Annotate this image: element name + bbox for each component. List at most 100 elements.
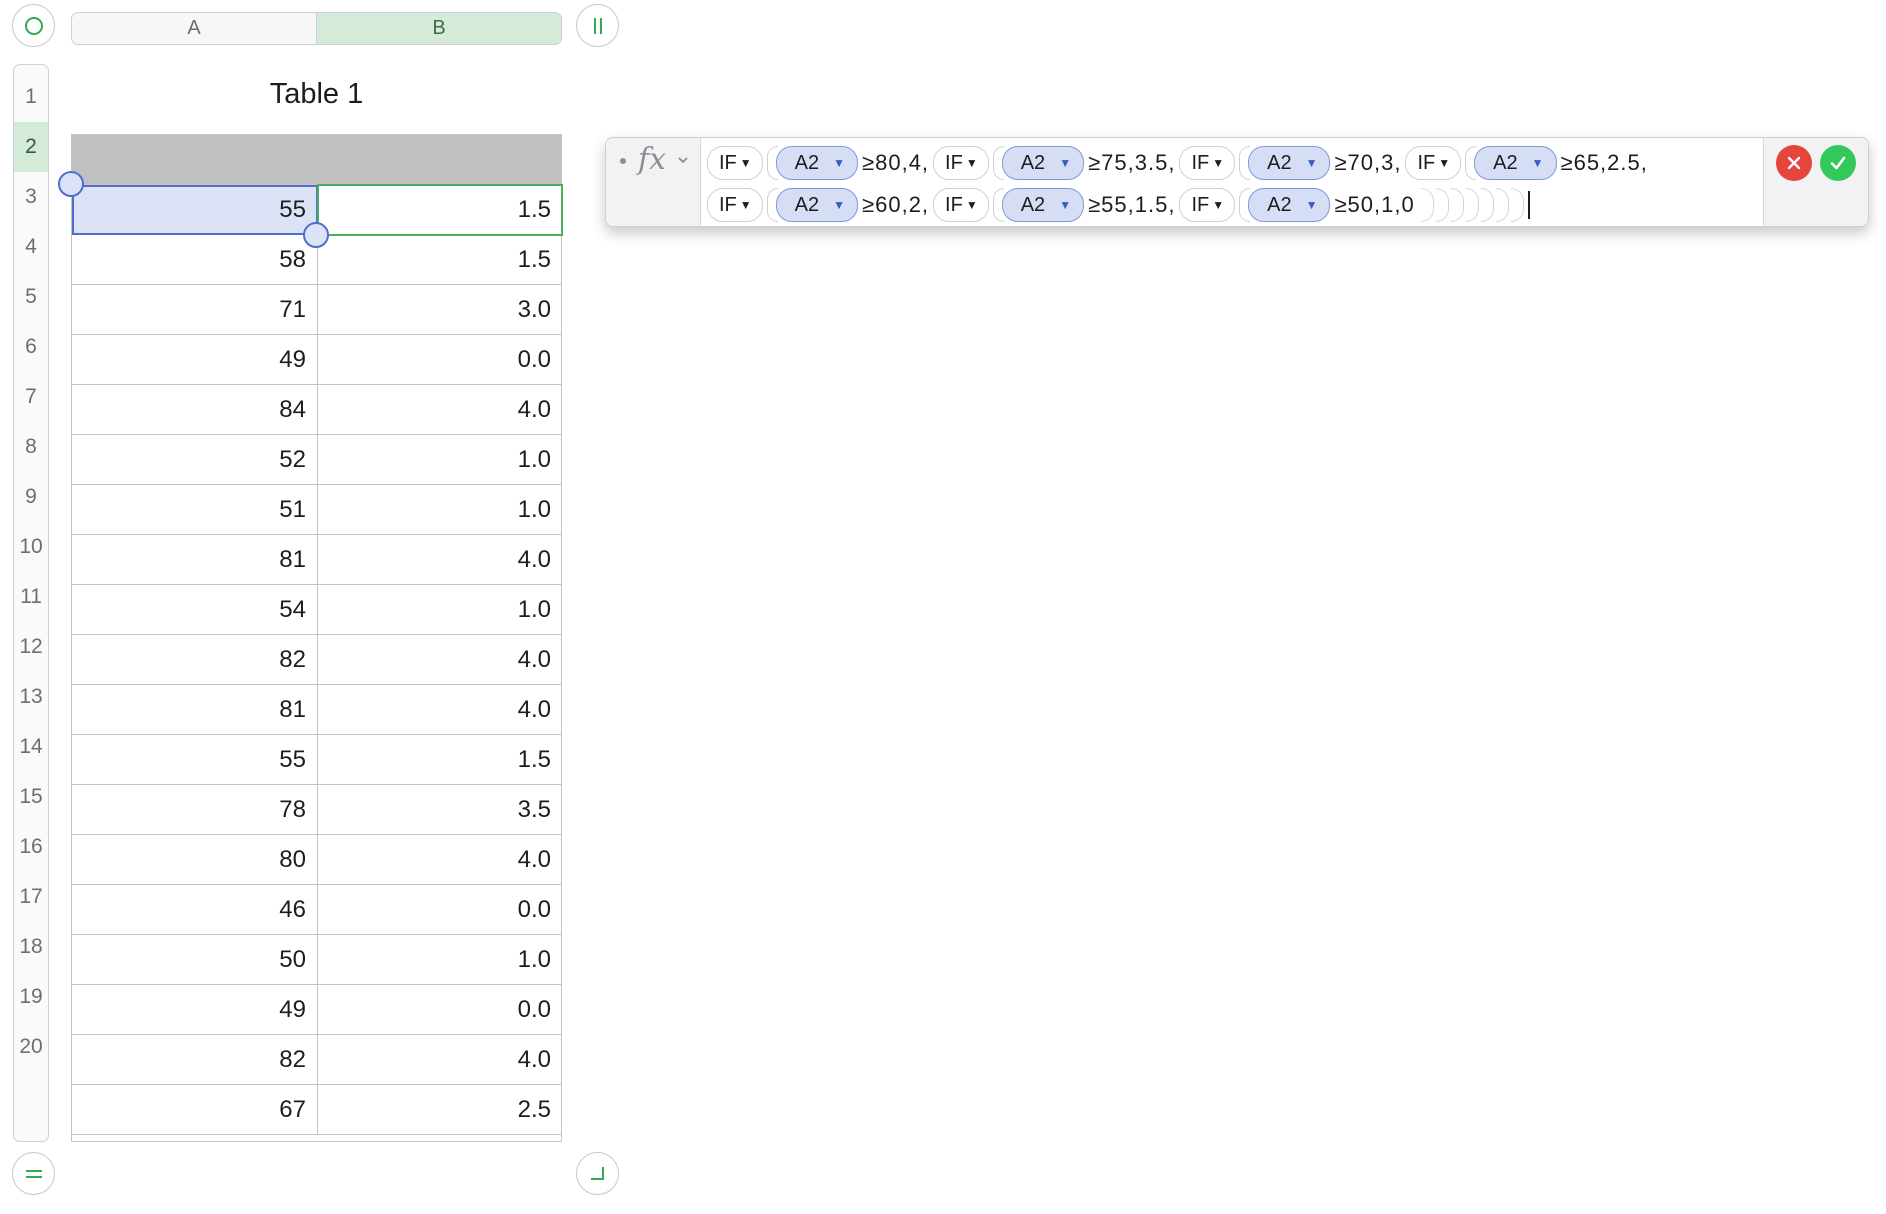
row-number[interactable]: 12: [14, 622, 48, 672]
reference-token[interactable]: A2 ▼: [1001, 146, 1085, 180]
cell-a[interactable]: 54: [72, 585, 318, 635]
cell-a[interactable]: 80: [72, 835, 318, 885]
row-number[interactable]: 4: [14, 222, 48, 272]
cell-a[interactable]: 52: [72, 435, 318, 485]
formula-menu[interactable]: fx: [606, 138, 701, 226]
accept-formula-button[interactable]: [1820, 145, 1856, 181]
function-token[interactable]: IF ▼: [1179, 188, 1236, 222]
function-token[interactable]: IF ▼: [1179, 146, 1236, 180]
row-number[interactable]: 10: [14, 522, 48, 572]
row-number[interactable]: 17: [14, 872, 48, 922]
dropdown-arrow-icon[interactable]: ▼: [1438, 156, 1450, 170]
cell-a[interactable]: 67: [72, 1085, 318, 1135]
cell-b[interactable]: 1.5: [317, 184, 563, 236]
cell-b[interactable]: 4.0: [318, 535, 562, 585]
reference-token[interactable]: A2 ▼: [1248, 146, 1331, 180]
cell-a[interactable]: 51: [72, 485, 318, 535]
cell-b[interactable]: 1.0: [318, 435, 562, 485]
function-token[interactable]: IF ▼: [933, 188, 989, 222]
cell-a[interactable]: 81: [72, 685, 318, 735]
cell-a[interactable]: 49: [72, 335, 318, 385]
dropdown-arrow-icon[interactable]: ▼: [1306, 198, 1318, 212]
row-number[interactable]: 3: [14, 172, 48, 222]
cell-b[interactable]: 2.5: [318, 1085, 562, 1135]
function-token[interactable]: IF ▼: [1405, 146, 1462, 180]
column-header-b[interactable]: B: [317, 13, 561, 44]
cell-b[interactable]: 1.5: [318, 235, 562, 285]
cell-a[interactable]: 71: [72, 285, 318, 335]
row-number[interactable]: 14: [14, 722, 48, 772]
dropdown-arrow-icon[interactable]: ▼: [833, 198, 845, 212]
dropdown-arrow-icon[interactable]: ▼: [966, 198, 978, 212]
row-number[interactable]: 20: [14, 1022, 48, 1072]
row-number[interactable]: 5: [14, 272, 48, 322]
row-number[interactable]: 1: [14, 72, 48, 122]
cell-a[interactable]: 58: [72, 235, 318, 285]
cell-a[interactable]: 50: [72, 935, 318, 985]
cell-b[interactable]: 1.5: [318, 735, 562, 785]
selection-handle-bottom-right[interactable]: [303, 222, 329, 248]
row-number[interactable]: 13: [14, 672, 48, 722]
dropdown-arrow-icon[interactable]: ▼: [966, 156, 978, 170]
resize-table-handle[interactable]: [576, 1152, 619, 1195]
dropdown-arrow-icon[interactable]: ▼: [740, 156, 752, 170]
cancel-formula-button[interactable]: [1776, 145, 1812, 181]
cell-b[interactable]: 4.0: [318, 835, 562, 885]
cell-b[interactable]: 4.0: [318, 1035, 562, 1085]
selection-handle-top-left[interactable]: [58, 171, 84, 197]
cell-b[interactable]: 0.0: [318, 335, 562, 385]
cell-a[interactable]: 46: [72, 885, 318, 935]
cell-b[interactable]: 3.0: [318, 285, 562, 335]
cell-b[interactable]: 4.0: [318, 385, 562, 435]
row-number[interactable]: 8: [14, 422, 48, 472]
column-header-a[interactable]: A: [72, 13, 317, 44]
cell-b[interactable]: 3.5: [318, 785, 562, 835]
formula-editor[interactable]: fx IF ▼ A2 ▼ ≥80,4, IF ▼ A2 ▼ ≥75,3.5, IF ▼ A2 ▼ ≥70,3…: [605, 137, 1869, 227]
header-cell-b1[interactable]: [318, 135, 562, 185]
cell-b[interactable]: 0.0: [318, 985, 562, 1035]
function-token[interactable]: IF ▼: [707, 188, 763, 222]
cell-b[interactable]: 4.0: [318, 635, 562, 685]
cell-b[interactable]: 1.0: [318, 935, 562, 985]
cell-a[interactable]: 55: [72, 185, 318, 235]
cell-a[interactable]: 49: [72, 985, 318, 1035]
reference-token[interactable]: A2 ▼: [1474, 146, 1557, 180]
cell-a[interactable]: 82: [72, 635, 318, 685]
dropdown-arrow-icon[interactable]: ▼: [833, 156, 845, 170]
row-number[interactable]: 15: [14, 772, 48, 822]
cell-b[interactable]: 4.0: [318, 685, 562, 735]
cell-b[interactable]: 1.0: [318, 485, 562, 535]
dropdown-arrow-icon[interactable]: ▼: [1212, 156, 1224, 170]
row-number[interactable]: 6: [14, 322, 48, 372]
add-column-handle[interactable]: [576, 4, 619, 47]
row-number[interactable]: 11: [14, 572, 48, 622]
row-number[interactable]: 9: [14, 472, 48, 522]
dropdown-arrow-icon[interactable]: ▼: [1059, 198, 1071, 212]
dropdown-arrow-icon[interactable]: ▼: [1306, 156, 1318, 170]
row-number[interactable]: 2: [14, 122, 48, 172]
dropdown-arrow-icon[interactable]: ▼: [740, 198, 752, 212]
cell-a[interactable]: 78: [72, 785, 318, 835]
row-number[interactable]: 16: [14, 822, 48, 872]
cell-b[interactable]: 0.0: [318, 885, 562, 935]
formula-line-2[interactable]: IF ▼ A2 ▼ ≥60,2, IF ▼ A2 ▼ ≥55,1.5, IF ▼ A2 ▼ ≥50,1,0: [707, 187, 1530, 223]
add-row-handle[interactable]: [12, 1152, 55, 1195]
dropdown-arrow-icon[interactable]: ▼: [1212, 198, 1224, 212]
row-number[interactable]: 7: [14, 372, 48, 422]
formula-line-1[interactable]: IF ▼ A2 ▼ ≥80,4, IF ▼ A2 ▼ ≥75,3.5, IF ▼ A2 ▼ ≥70,3, IF…: [707, 145, 1652, 181]
cell-a[interactable]: 55: [72, 735, 318, 785]
dropdown-arrow-icon[interactable]: ▼: [1059, 156, 1071, 170]
table-title[interactable]: Table 1: [71, 78, 562, 111]
row-number[interactable]: 19: [14, 972, 48, 1022]
select-table-handle[interactable]: [12, 4, 55, 47]
cell-b[interactable]: 1.0: [318, 585, 562, 635]
reference-token[interactable]: A2 ▼: [1001, 188, 1085, 222]
header-cell-a1[interactable]: [72, 135, 318, 185]
reference-token[interactable]: A2 ▼: [1248, 188, 1331, 222]
cell-a[interactable]: 81: [72, 535, 318, 585]
function-token[interactable]: IF ▼: [933, 146, 989, 180]
cell-a[interactable]: 84: [72, 385, 318, 435]
row-number[interactable]: 18: [14, 922, 48, 972]
cell-a[interactable]: 82: [72, 1035, 318, 1085]
function-token[interactable]: IF ▼: [707, 146, 763, 180]
